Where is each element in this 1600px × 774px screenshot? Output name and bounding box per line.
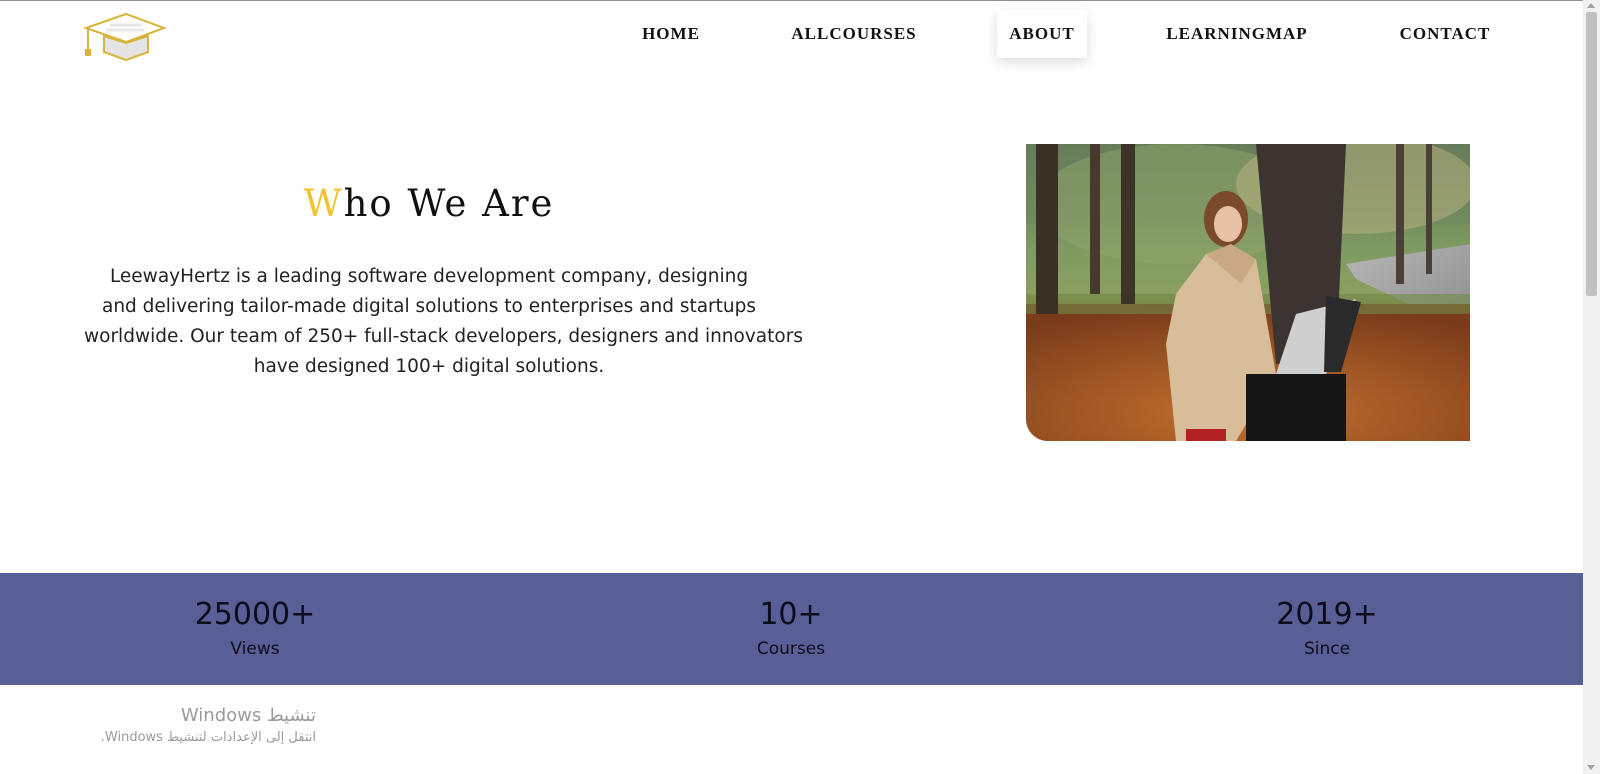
section-title: Who We Are — [230, 182, 628, 225]
main-nav: HOME ALLCOURSES ABOUT LEARNINGMAP CONTAC… — [0, 10, 1600, 58]
description-line: and delivering tailor-made digital solut… — [101, 296, 757, 317]
title-accent-letter: W — [303, 182, 344, 225]
stat-label: Since — [1303, 639, 1351, 659]
title-rest: ho We Are — [343, 182, 555, 225]
activation-subtitle: انتقل إلى الإعدادات لتنشيط Windows. — [100, 730, 316, 745]
nav-contact[interactable]: CONTACT — [1393, 10, 1497, 58]
activation-title: تنشيط Windows — [180, 705, 316, 726]
description-line: have designed 100+ digital solutions. — [253, 356, 605, 377]
description-line: LeewayHertz is a leading software develo… — [109, 266, 749, 287]
stat-value: 10+ — [759, 597, 823, 632]
nav-about[interactable]: ABOUT — [997, 10, 1087, 58]
nav-learning-map[interactable]: LEARNINGMAP — [1158, 10, 1316, 58]
hero-photo — [1026, 144, 1470, 441]
stat-value: 2019+ — [1276, 597, 1378, 632]
description-line: worldwide. Our team of 250+ full-stack d… — [84, 326, 803, 347]
stat-label: Courses — [756, 639, 826, 659]
nav-home[interactable]: HOME — [636, 10, 706, 58]
windows-activation-watermark: تنشيط Windows انتقل إلى الإعدادات لتنشيط… — [60, 704, 316, 748]
scroll-down-arrow-icon[interactable] — [1587, 765, 1595, 770]
stat-value: 25000+ — [194, 597, 316, 632]
about-description: LeewayHertz is a leading software develo… — [84, 262, 803, 382]
page: HOME ALLCOURSES ABOUT LEARNINGMAP CONTAC… — [0, 0, 1600, 774]
nav-all-courses[interactable]: ALLCOURSES — [784, 10, 924, 58]
scrollbar-thumb[interactable] — [1586, 12, 1597, 296]
stat-courses: 10+ Courses — [641, 573, 941, 659]
scroll-up-arrow-icon[interactable] — [1587, 3, 1595, 8]
stat-since: 2019+ Since — [1177, 573, 1477, 659]
vertical-scrollbar[interactable] — [1583, 0, 1600, 774]
stat-views: 25000+ Views — [105, 573, 405, 659]
stat-label: Views — [230, 639, 280, 659]
stats-band: 25000+ Views 10+ Courses 2019+ Since — [0, 573, 1583, 685]
top-border — [0, 0, 1600, 1]
